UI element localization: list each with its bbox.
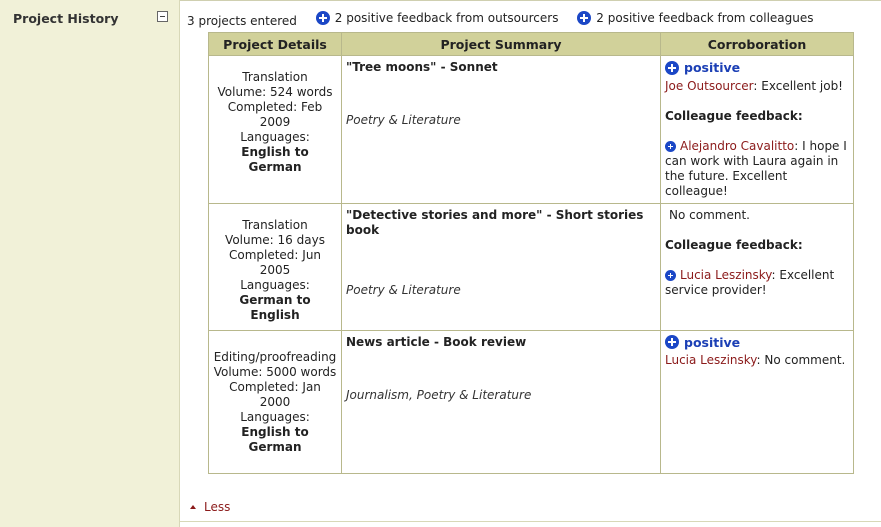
project-field: Journalism, Poetry & Literature	[346, 387, 532, 402]
outsourcer-comment: : Excellent job!	[753, 78, 843, 93]
rating-label: positive	[684, 60, 741, 75]
project-summary-cell: "Detective stories and more" - Short sto…	[341, 202, 661, 331]
summary-bar: 3 projects entered 2 positive feedback f…	[187, 11, 829, 28]
colleague-feedback-text: 2 positive feedback from colleagues	[596, 11, 814, 25]
outsourcer-link[interactable]: Joe Outsourcer	[665, 79, 753, 93]
plus-circle-icon	[665, 60, 679, 75]
project-title-suffix: - Sonnet	[436, 60, 498, 74]
plus-circle-icon	[665, 140, 676, 152]
colleague-link[interactable]: Alejandro Cavalitto	[680, 139, 794, 153]
languages-label: Languages:	[240, 277, 310, 292]
outsourcer-link[interactable]: Lucia Leszinsky	[665, 353, 757, 367]
positive-rating: positive	[665, 335, 740, 350]
project-languages: German to English	[239, 292, 311, 322]
outsourcer-comment: : No comment.	[756, 353, 846, 367]
positive-rating: positive	[665, 60, 740, 75]
project-languages: English to German	[241, 424, 309, 454]
section-sidebar: Project History	[0, 0, 180, 527]
table-row: Translation Volume: 524 words Completed:…	[208, 55, 854, 204]
outsourcer-feedback-summary: 2 positive feedback from outsourcers	[315, 11, 559, 25]
colleague-feedback-summary: 2 positive feedback from colleagues	[577, 11, 814, 25]
outsourcer-feedback-text: 2 positive feedback from outsourcers	[334, 11, 559, 25]
header-project-summary: Project Summary	[341, 32, 661, 56]
project-type: Editing/proofreading	[213, 349, 337, 364]
project-title: News article	[346, 334, 430, 349]
less-link[interactable]: Less	[190, 500, 230, 514]
rating-label: positive	[684, 334, 741, 350]
header-corroboration: Corroboration	[660, 32, 854, 56]
colleague-feedback-heading: Colleague feedback:	[665, 237, 803, 252]
languages-label: Languages:	[240, 130, 310, 144]
no-comment: No comment.	[669, 207, 750, 222]
project-title-suffix: - Book review	[429, 334, 527, 349]
project-details-cell: Translation Volume: 16 days Completed: J…	[208, 202, 342, 331]
project-field: Poetry & Literature	[346, 282, 461, 297]
languages-label: Languages:	[240, 409, 310, 424]
project-completed: Completed: Jun 2005	[228, 247, 322, 277]
less-label[interactable]: Less	[204, 500, 230, 514]
plus-circle-icon	[665, 269, 676, 281]
plus-circle-icon	[577, 11, 592, 25]
bottom-divider	[180, 521, 881, 522]
section-title: Project History	[13, 11, 119, 26]
project-details-cell: Editing/proofreading Volume: 5000 words …	[208, 329, 342, 474]
table-row: Translation Volume: 16 days Completed: J…	[208, 202, 854, 331]
minus-box-icon[interactable]	[157, 11, 168, 22]
project-summary-cell: News article - Book review Journalism, P…	[341, 329, 661, 474]
project-completed: Completed: Jan 2000	[229, 379, 321, 409]
plus-circle-icon	[665, 335, 679, 349]
project-history-table: Project Details Project Summary Corrobor…	[208, 32, 854, 474]
header-project-details: Project Details	[208, 32, 342, 56]
project-completed: Completed: Feb 2009	[227, 100, 323, 129]
corroboration-cell: No comment. Colleague feedback: Lucia Le…	[660, 202, 854, 331]
project-title: "Detective stories and more"	[346, 207, 543, 222]
project-volume: Volume: 524 words	[217, 85, 333, 99]
project-summary-cell: "Tree moons" - Sonnet Poetry & Literatur…	[341, 55, 661, 204]
project-details-cell: Translation Volume: 524 words Completed:…	[208, 55, 342, 204]
project-title: "Tree moons"	[346, 60, 437, 74]
project-type: Translation	[242, 217, 308, 232]
project-field: Poetry & Literature	[346, 113, 461, 127]
plus-circle-icon	[315, 11, 330, 25]
colleague-link[interactable]: Lucia Leszinsky	[680, 268, 772, 282]
corroboration-cell: positive Lucia Leszinsky: No comment.	[660, 329, 854, 474]
table-row: Editing/proofreading Volume: 5000 words …	[208, 329, 854, 474]
project-type: Translation	[242, 70, 308, 84]
corroboration-cell: positive Joe Outsourcer: Excellent job! …	[660, 55, 854, 204]
up-arrow-icon	[190, 505, 196, 509]
projects-entered: 3 projects entered	[187, 14, 297, 28]
project-volume: Volume: 5000 words	[213, 364, 337, 379]
project-volume: Volume: 16 days	[225, 232, 325, 247]
colleague-feedback-heading: Colleague feedback:	[665, 108, 803, 123]
table-header-row: Project Details Project Summary Corrobor…	[208, 32, 854, 56]
project-languages: English to German	[241, 145, 309, 174]
